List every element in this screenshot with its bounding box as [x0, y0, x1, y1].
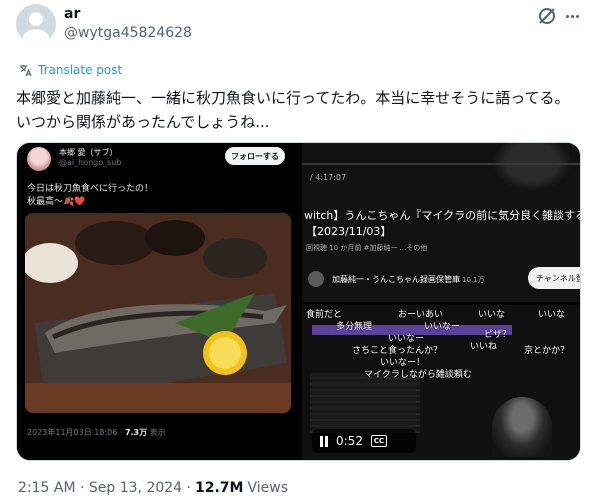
- comment: いいな: [538, 310, 566, 320]
- comment: 京とかか？: [524, 346, 570, 356]
- comment: いいね: [470, 342, 498, 352]
- media-video-stream[interactable]: 食前だと おーいあい いいな いいな 多分無理 いいなー ピザ？ いいなー さち…: [302, 305, 580, 460]
- channel-avatar: [308, 271, 324, 287]
- media-image-video-page[interactable]: / 4:17:07 witch】うんこちゃん『マイクラの前に気分良く雑談する 【…: [302, 143, 581, 302]
- cc-icon[interactable]: CC: [370, 435, 387, 447]
- channel-name: 加藤純一・うんこちゃん録画保管庫: [332, 275, 460, 284]
- embedded-text-line2: 秋最高〜🍂❤️: [27, 197, 86, 207]
- embedded-follow-button: フォローする: [225, 147, 285, 165]
- video-meta: 回視聴 10 か月前 #加藤純一 ...その他: [306, 244, 428, 252]
- post-timestamp[interactable]: 2:15 AM · Sep 13, 2024 ·: [18, 480, 191, 496]
- media-grid: 本郷 愛（サブ） @ai_hongo_sub フォローする 今日は秋刀魚食べに行…: [16, 142, 581, 461]
- tweet-text: 本郷愛と加藤純一、一緒に秋刀魚食いに行ってたわ。本当に幸せそうに語ってる。いつか…: [16, 89, 570, 131]
- streamer-figure: [492, 397, 552, 457]
- media-image-embedded-post[interactable]: 本郷 愛（サブ） @ai_hongo_sub フォローする 今日は秋刀魚食べに行…: [17, 143, 299, 460]
- grok-icon[interactable]: [537, 6, 557, 26]
- translate-icon: [20, 65, 32, 77]
- translate-link[interactable]: Translate post: [18, 63, 122, 77]
- video-scrub-bar: [302, 163, 580, 165]
- embedded-meta: 2023年11月03日 18:06 · 7.3万 表示: [27, 428, 166, 437]
- video-duration-label: 0:52: [336, 434, 363, 448]
- views-label: Views: [247, 480, 288, 496]
- embedded-author-handle: @ai_hongo_sub: [59, 158, 122, 167]
- comment: マイクラしながら雑談頼む: [364, 370, 472, 380]
- subscribe-button: チャンネル登: [528, 267, 580, 289]
- video-controls: 0:52 CC: [312, 429, 416, 453]
- video-title-line1: witch】うんこちゃん『マイクラの前に気分良く雑談する: [304, 209, 581, 222]
- translate-label[interactable]: Translate post: [38, 63, 122, 77]
- comment: 多分無理: [336, 322, 373, 332]
- pause-icon[interactable]: [320, 435, 328, 447]
- comment: いいなー: [424, 322, 461, 332]
- view-count: 12.7M: [194, 480, 244, 496]
- video-title-line2: 【2023/11/03】: [306, 225, 392, 238]
- chat-overlay: [310, 373, 420, 433]
- streamer-thumbnail: [492, 143, 572, 191]
- embedded-text-line1: 今日は秋刀魚食べに行ったの！: [27, 184, 154, 194]
- channel-subscribers: 10.1万: [462, 276, 485, 284]
- author-avatar[interactable]: [16, 4, 56, 44]
- embedded-avatar: [27, 147, 51, 171]
- video-duration: / 4:17:07: [310, 173, 347, 182]
- author-name[interactable]: ar: [64, 6, 80, 22]
- post-footer: 2:15 AM · Sep 13, 2024 · 12.7M Views: [18, 480, 288, 496]
- more-icon[interactable]: [560, 4, 584, 28]
- comment: いいな: [478, 310, 506, 320]
- author-handle[interactable]: @wytga45824628: [64, 25, 192, 41]
- embedded-author-name: 本郷 愛（サブ）: [59, 148, 118, 157]
- grilled-fish-photo: [25, 213, 291, 413]
